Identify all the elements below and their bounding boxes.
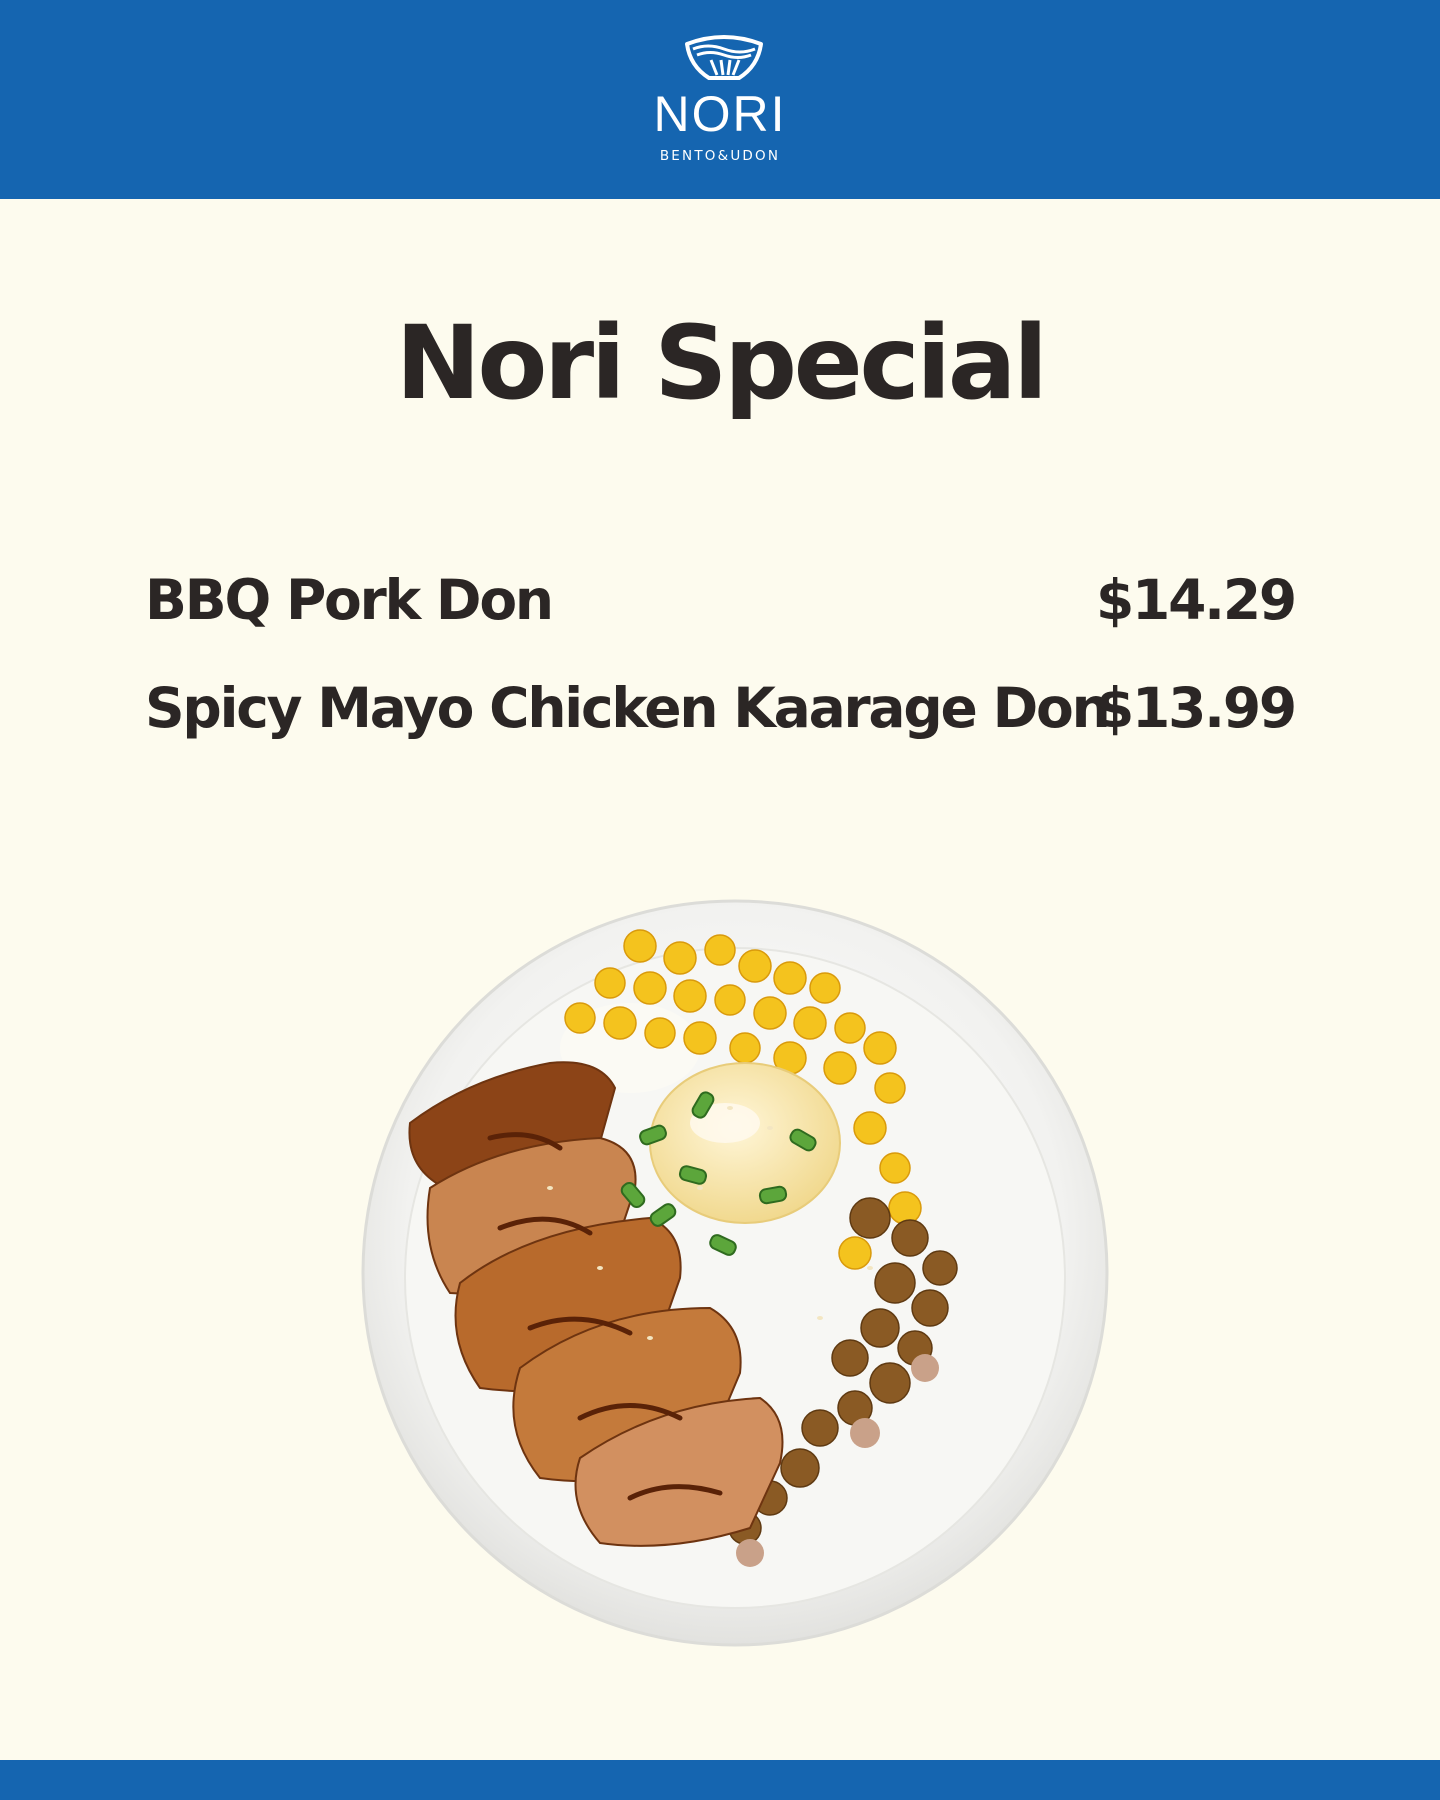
nori-logo: NORI BENTO&UDON <box>620 34 820 164</box>
page-title: Nori Special <box>395 304 1048 423</box>
rice-bowl-wave-icon <box>685 35 763 80</box>
menu-item-name: Spicy Mayo Chicken Kaarage Don <box>145 676 1111 740</box>
menu-item-price: $13.99 <box>1095 676 1297 740</box>
footer-bar <box>0 1760 1440 1800</box>
header-bar: NORI BENTO&UDON <box>0 0 1440 199</box>
menu-item: BBQ Pork Don $14.29 <box>145 560 1297 640</box>
brand-tagline: BENTO&UDON <box>659 148 781 164</box>
menu-item-price: $14.29 <box>1095 568 1297 632</box>
brand-name: NORI <box>653 86 787 142</box>
menu-item-name: BBQ Pork Don <box>145 568 554 632</box>
rice-bowl-photo <box>361 899 1109 1647</box>
menu-item: Spicy Mayo Chicken Kaarage Don $13.99 <box>145 668 1297 748</box>
